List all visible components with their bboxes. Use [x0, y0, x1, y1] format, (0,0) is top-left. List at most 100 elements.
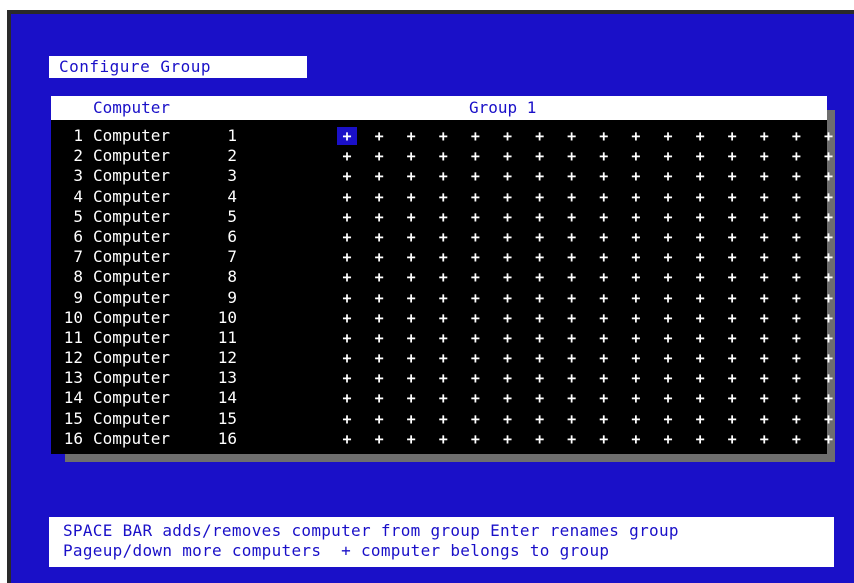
group-membership-cell[interactable]: + [819, 329, 839, 347]
group-membership-cell[interactable]: + [786, 147, 806, 165]
group-membership-cell[interactable]: + [786, 208, 806, 226]
group-membership-cell[interactable]: + [369, 147, 389, 165]
group-membership-cell[interactable]: + [690, 309, 710, 327]
group-membership-cell[interactable]: + [562, 389, 582, 407]
group-membership-cell[interactable]: + [369, 248, 389, 266]
group-membership-cell[interactable]: + [754, 430, 774, 448]
group-membership-cell[interactable]: + [754, 349, 774, 367]
group-membership-cell[interactable]: + [658, 410, 678, 428]
group-membership-cell[interactable]: + [658, 309, 678, 327]
group-membership-cell[interactable]: + [626, 309, 646, 327]
group-membership-cell[interactable]: + [754, 188, 774, 206]
group-membership-cell[interactable]: + [594, 268, 614, 286]
group-membership-cell[interactable]: + [401, 410, 421, 428]
group-membership-cell[interactable]: + [433, 309, 453, 327]
group-membership-cell[interactable]: + [754, 167, 774, 185]
group-membership-cell[interactable]: + [594, 147, 614, 165]
group-membership-cell[interactable]: + [337, 268, 357, 286]
group-membership-cell[interactable]: + [819, 248, 839, 266]
group-membership-cell[interactable]: + [690, 208, 710, 226]
group-membership-cell[interactable]: + [530, 389, 550, 407]
group-membership-cell[interactable]: + [626, 349, 646, 367]
table-row[interactable]: 16 Computer 16 + + + + + + + + + + + + + + + + [51, 429, 833, 449]
group-membership-cell[interactable]: + [530, 268, 550, 286]
group-membership-cell[interactable]: + [530, 410, 550, 428]
group-membership-cell[interactable]: + [369, 167, 389, 185]
group-membership-cell[interactable]: + [626, 167, 646, 185]
group-membership-cell[interactable]: + [498, 430, 518, 448]
group-membership-cell[interactable]: + [594, 369, 614, 387]
group-membership-cell[interactable]: + [658, 430, 678, 448]
group-membership-cell[interactable]: + [626, 147, 646, 165]
group-membership-cell[interactable]: + [498, 389, 518, 407]
group-membership-cell[interactable]: + [786, 389, 806, 407]
group-membership-cell[interactable]: + [369, 127, 389, 145]
group-membership-cell[interactable]: + [530, 248, 550, 266]
group-membership-cell[interactable]: + [690, 248, 710, 266]
group-membership-cell[interactable]: + [498, 188, 518, 206]
group-membership-cell[interactable]: + [594, 289, 614, 307]
group-membership-cell[interactable]: + [754, 228, 774, 246]
group-membership-cell[interactable]: + [658, 268, 678, 286]
group-membership-cell[interactable]: + [401, 289, 421, 307]
group-membership-cell[interactable]: + [722, 147, 742, 165]
group-membership-cell[interactable]: + [562, 329, 582, 347]
group-membership-cell[interactable]: + [819, 369, 839, 387]
group-membership-cell[interactable]: + [658, 147, 678, 165]
group-membership-cell[interactable]: + [530, 289, 550, 307]
group-membership-cell[interactable]: + [594, 410, 614, 428]
group-membership-cell[interactable]: + [530, 329, 550, 347]
group-membership-cell[interactable]: + [819, 208, 839, 226]
group-membership-cell[interactable]: + [562, 289, 582, 307]
group-membership-cell[interactable]: + [498, 410, 518, 428]
group-membership-cell[interactable]: + [722, 228, 742, 246]
group-membership-cell[interactable]: + [786, 289, 806, 307]
group-membership-cell[interactable]: + [465, 208, 485, 226]
table-row[interactable]: 9 Computer 9 + + + + + + + + + + + + + + + + [51, 288, 833, 308]
group-membership-cell[interactable]: + [562, 147, 582, 165]
group-membership-cell[interactable]: + [690, 410, 710, 428]
group-membership-cell[interactable]: + [819, 167, 839, 185]
group-membership-cell[interactable]: + [722, 349, 742, 367]
group-membership-cell[interactable]: + [658, 329, 678, 347]
group-membership-cell[interactable]: + [433, 167, 453, 185]
group-membership-cell[interactable]: + [594, 167, 614, 185]
group-membership-cell[interactable]: + [530, 309, 550, 327]
group-membership-cell[interactable]: + [722, 208, 742, 226]
group-membership-cell[interactable]: + [369, 410, 389, 428]
group-membership-cell[interactable]: + [690, 268, 710, 286]
group-membership-cell[interactable]: + [401, 329, 421, 347]
group-membership-cell[interactable]: + [658, 389, 678, 407]
group-membership-cell[interactable]: + [530, 369, 550, 387]
group-membership-cell[interactable]: + [562, 167, 582, 185]
table-row[interactable]: 2 Computer 2 + + + + + + + + + + + + + + + + [51, 146, 833, 166]
group-membership-cell[interactable]: + [690, 430, 710, 448]
group-membership-cell[interactable]: + [369, 369, 389, 387]
group-membership-cell[interactable]: + [626, 410, 646, 428]
group-membership-cell[interactable]: + [530, 228, 550, 246]
group-membership-cell[interactable]: + [562, 127, 582, 145]
group-membership-cell[interactable]: + [562, 268, 582, 286]
group-membership-cell[interactable]: + [786, 188, 806, 206]
table-row[interactable]: 11 Computer 11 + + + + + + + + + + + + + + + + [51, 328, 833, 348]
group-membership-cell[interactable]: + [337, 410, 357, 428]
group-membership-cell[interactable]: + [722, 389, 742, 407]
group-membership-cell[interactable]: + [401, 248, 421, 266]
table-row[interactable]: 14 Computer 14 + + + + + + + + + + + + + + + + [51, 388, 833, 408]
group-membership-cell[interactable]: + [369, 349, 389, 367]
group-membership-cell[interactable]: + [786, 410, 806, 428]
group-membership-cell[interactable]: + [690, 389, 710, 407]
group-membership-cell[interactable]: + [690, 369, 710, 387]
group-membership-cell[interactable]: + [401, 228, 421, 246]
group-membership-cell[interactable]: + [754, 208, 774, 226]
group-membership-cell[interactable]: + [465, 369, 485, 387]
group-membership-cell[interactable]: + [754, 147, 774, 165]
group-membership-cell[interactable]: + [401, 188, 421, 206]
group-membership-cell[interactable]: + [369, 430, 389, 448]
group-membership-cell[interactable]: + [337, 369, 357, 387]
group-membership-cell[interactable]: + [530, 208, 550, 226]
group-membership-cell[interactable]: + [626, 248, 646, 266]
table-row[interactable]: 3 Computer 3 + + + + + + + + + + + + + + + + [51, 166, 833, 186]
group-membership-cell[interactable]: + [498, 268, 518, 286]
group-membership-cell[interactable]: + [722, 248, 742, 266]
